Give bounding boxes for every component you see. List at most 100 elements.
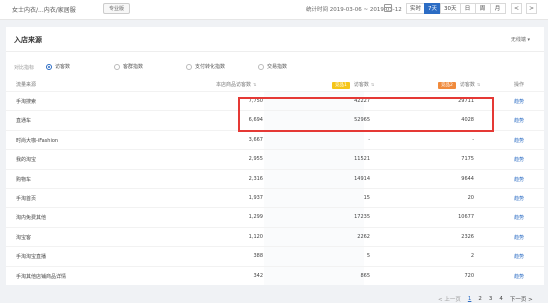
source-cell: 手淘搜索: [16, 99, 37, 105]
source-cell: 手淘淘宝直播: [16, 254, 47, 261]
trend-link[interactable]: 趋势: [514, 156, 524, 163]
compare1-visitors-cell: 15: [363, 195, 370, 201]
compare1-visitors-cell: 11521: [354, 156, 370, 163]
mine-visitors-cell: 388: [253, 253, 263, 260]
compare2-visitors-cell: -: [472, 136, 474, 143]
compare1-visitors-cell: -: [368, 136, 370, 143]
table-row: 购物车 2,316 14914 9644 趋势: [6, 168, 544, 187]
filter-label: 对比指标: [14, 65, 35, 71]
source-cell: 直通车: [16, 118, 32, 125]
mine-visitors-cell: 1,299: [248, 214, 263, 221]
source-cell: 购物车: [16, 176, 32, 183]
device-dropdown-label: 无线端: [510, 37, 526, 43]
trend-link[interactable]: 趋势: [514, 176, 524, 183]
period-day[interactable]: 日: [459, 3, 476, 14]
metric-label: 支付转化指数: [195, 64, 226, 70]
period-selector: 实时 7天 30天 日 周 月: [406, 3, 506, 14]
trend-link[interactable]: 趋势: [514, 98, 524, 105]
metric-radio-visitors[interactable]: 访客数: [46, 63, 70, 70]
calendar-icon[interactable]: [384, 4, 392, 12]
compare1-visitors-cell: 5: [366, 253, 370, 260]
compare1-visitors-cell: 17235: [354, 214, 370, 221]
mine-visitors-cell: 342: [253, 272, 263, 279]
period-month[interactable]: 月: [489, 3, 506, 14]
mine-visitors-cell: 1,937: [248, 195, 263, 201]
device-dropdown[interactable]: 无线端 ▾: [511, 36, 530, 43]
chevron-down-icon: ▾: [527, 37, 530, 43]
breadcrumb[interactable]: 女士内衣/...内衣/家居服: [12, 5, 76, 14]
compare1-visitors-cell: 14914: [354, 175, 370, 182]
highlight-box: [238, 97, 494, 132]
mine-visitors-cell: 2,955: [248, 156, 263, 163]
table-row: 手淘淘宝直播 388 5 2 趋势: [6, 246, 544, 264]
page-1[interactable]: 1: [468, 296, 472, 302]
top-bar: 女士内衣/...内衣/家居服 专业版 统计时间 2019-03-06 ~ 201…: [0, 0, 548, 20]
period-week[interactable]: 周: [474, 3, 491, 14]
panel-title: 入店来源: [14, 36, 42, 44]
metric-radio-trade-index[interactable]: 交易指数: [258, 63, 287, 70]
compare2-visitors-cell: 2326: [461, 233, 474, 240]
radio-icon: [114, 63, 120, 70]
header-compare1-label: 访客数: [353, 82, 369, 88]
compare1-tag: 竞品1: [332, 82, 350, 89]
compare2-visitors-cell: 20: [467, 195, 474, 201]
table-row: 时尚大咖-iFashion 3,667 - - 趋势: [6, 129, 544, 148]
header-compare2-label: 访客数: [459, 82, 475, 88]
prev-page-button[interactable]: < 上一页: [438, 295, 461, 303]
metric-radio-customer-index[interactable]: 客群指数: [114, 63, 143, 70]
radio-icon: [46, 63, 52, 70]
compare1-visitors-cell: 865: [360, 272, 370, 279]
compare2-visitors-cell: 9644: [461, 175, 474, 182]
source-cell: 我的淘宝: [16, 157, 37, 164]
prev-range-icon[interactable]: <: [511, 3, 522, 14]
page-4[interactable]: 4: [499, 296, 503, 302]
table-row: 手淘首页 1,937 15 20 趋势: [6, 188, 544, 206]
sort-icon[interactable]: ⇅: [253, 82, 256, 87]
source-cell: 手淘首页: [16, 196, 37, 202]
source-cell: 时尚大咖-iFashion: [16, 137, 59, 144]
header-compare1[interactable]: 竞品1 访客数 ⇅: [332, 81, 374, 89]
mine-visitors-cell: 3,667: [248, 136, 263, 143]
next-range-icon[interactable]: >: [526, 3, 537, 14]
header-compare2[interactable]: 竞品2 访客数 ⇅: [438, 81, 480, 89]
pro-badge[interactable]: 专业版: [103, 3, 131, 14]
trend-link[interactable]: 趋势: [514, 273, 524, 280]
trend-link[interactable]: 趋势: [514, 117, 524, 124]
divider: [6, 51, 544, 52]
source-cell: 淘内免费其他: [16, 215, 47, 222]
period-30d[interactable]: 30天: [440, 3, 461, 14]
sort-icon[interactable]: ⇅: [371, 82, 374, 87]
pagination: < 上一页 1 2 3 4 下一页 >: [438, 295, 533, 303]
compare1-visitors-cell: 2262: [357, 233, 370, 240]
trend-link[interactable]: 趋势: [514, 214, 524, 221]
table-row: 我的淘宝 2,955 11521 7175 趋势: [6, 149, 544, 167]
mine-visitors-cell: 1,120: [248, 233, 263, 240]
source-cell: 淘宝客: [16, 234, 32, 241]
compare2-visitors-cell: 2: [470, 253, 474, 260]
header-source: 流量来源: [16, 82, 37, 88]
metric-label: 交易指数: [267, 64, 288, 70]
period-7d[interactable]: 7天: [424, 3, 442, 14]
trend-link[interactable]: 趋势: [514, 234, 524, 241]
table-row: 淘内免费其他 1,299 17235 10677 趋势: [6, 207, 544, 225]
table-row: 手淘其他店铺商品详情 342 865 720 趋势: [6, 265, 544, 284]
radio-icon: [258, 63, 264, 70]
trend-link[interactable]: 趋势: [514, 195, 524, 202]
trend-link[interactable]: 趋势: [514, 137, 524, 144]
trend-link[interactable]: 趋势: [514, 253, 524, 260]
next-page-button[interactable]: 下一页 >: [510, 295, 533, 303]
traffic-source-panel: 入店来源 无线端 ▾ 对比指标 访客数 客群指数 支付转化指数 交易指数 流量来…: [6, 27, 544, 303]
period-realtime[interactable]: 实时: [406, 3, 426, 14]
page-2[interactable]: 2: [478, 296, 482, 302]
metric-label: 客群指数: [123, 64, 144, 70]
metric-radio-conversion-index[interactable]: 支付转化指数: [186, 63, 225, 70]
sort-icon[interactable]: ⇅: [477, 82, 480, 87]
page-3[interactable]: 3: [489, 296, 493, 302]
table-row: 淘宝客 1,120 2262 2326 趋势: [6, 226, 544, 245]
compare2-visitors-cell: 10677: [458, 214, 474, 221]
header-op: 操作: [514, 82, 525, 88]
compare2-visitors-cell: 720: [464, 272, 474, 279]
header-mine-label: 本店商品访客数: [216, 82, 252, 88]
compare2-tag: 竞品2: [438, 82, 456, 89]
header-mine[interactable]: 本店商品访客数 ⇅: [216, 81, 256, 88]
